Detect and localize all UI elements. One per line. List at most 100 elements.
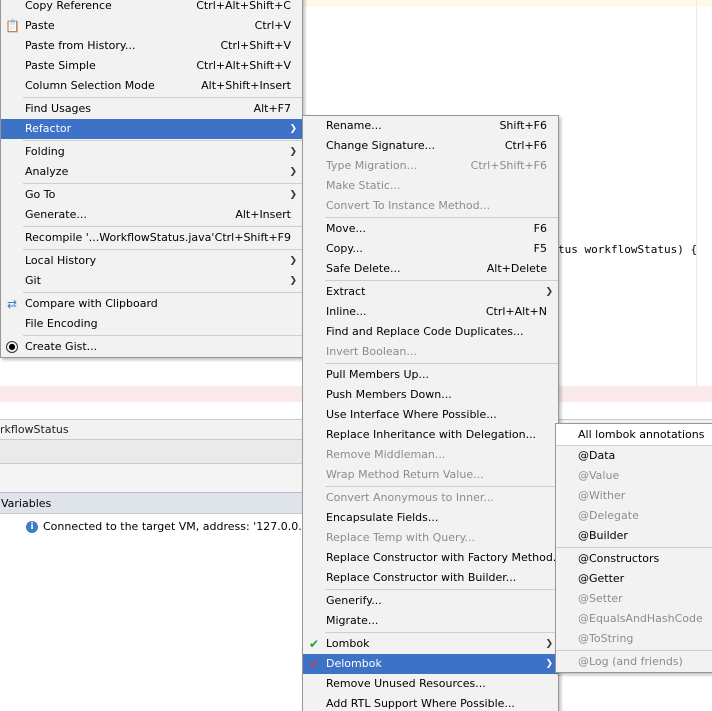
menu-item-shortcut: Ctrl+Shift+V <box>220 39 291 52</box>
menu-item-label: Pull Members Up... <box>326 368 430 381</box>
menu-item-add-rtl-support[interactable]: Add RTL Support Where Possible... <box>303 694 558 711</box>
menu-item-label: Copy... <box>326 242 363 255</box>
submenu-arrow-icon: ❯ <box>545 639 553 649</box>
submenu-arrow-icon: ❯ <box>289 167 297 177</box>
menu-item-label: Copy Reference <box>25 0 112 12</box>
submenu-arrow-icon: ❯ <box>545 287 553 297</box>
menu-item-column-selection-mode[interactable]: Column Selection Mode Alt+Shift+Insert <box>1 76 302 96</box>
menu-item-type-migration[interactable]: Type Migration... Ctrl+Shift+F6 <box>303 156 558 176</box>
menu-item-use-interface[interactable]: Use Interface Where Possible... <box>303 405 558 425</box>
menu-item-label: Add RTL Support Where Possible... <box>326 697 515 710</box>
menu-item-data[interactable]: @Data <box>556 446 712 466</box>
menu-item-label: @Getter <box>578 572 625 585</box>
editor-context-menu: Copy Reference Ctrl+Alt+Shift+C 📋 Paste … <box>0 0 303 358</box>
menu-item-wither[interactable]: @Wither <box>556 486 712 506</box>
menu-item-migrate[interactable]: Migrate... <box>303 611 558 631</box>
menu-item-label: Wrap Method Return Value... <box>326 468 484 481</box>
menu-item-invert-boolean[interactable]: Invert Boolean... <box>303 342 558 362</box>
menu-item-label: Convert Anonymous to Inner... <box>326 491 494 504</box>
menu-item-paste-simple[interactable]: Paste Simple Ctrl+Alt+Shift+V <box>1 56 302 76</box>
menu-item-local-history[interactable]: Local History ❯ <box>1 251 302 271</box>
menu-item-lombok[interactable]: ✔ Lombok ❯ <box>303 634 558 654</box>
menu-item-copy[interactable]: Copy... F5 <box>303 239 558 259</box>
menu-item-convert-anonymous[interactable]: Convert Anonymous to Inner... <box>303 488 558 508</box>
menu-item-move[interactable]: Move... F6 <box>303 219 558 239</box>
menu-item-change-signature[interactable]: Change Signature... Ctrl+F6 <box>303 136 558 156</box>
menu-item-label: Generate... <box>25 208 87 221</box>
menu-item-label: Extract <box>326 285 366 298</box>
submenu-arrow-icon: ❯ <box>289 147 297 157</box>
debug-tab-title: rkflowStatus <box>0 423 69 436</box>
menu-item-generate[interactable]: Generate... Alt+Insert <box>1 205 302 225</box>
menu-item-delegate[interactable]: @Delegate <box>556 506 712 526</box>
menu-item-all-lombok-annotations[interactable]: All lombok annotations <box>556 424 712 446</box>
menu-item-constructors[interactable]: @Constructors <box>556 549 712 569</box>
menu-item-push-members-down[interactable]: Push Members Down... <box>303 385 558 405</box>
menu-item-tostring[interactable]: @ToString <box>556 629 712 649</box>
menu-item-label: @Log (and friends) <box>578 655 683 668</box>
menu-item-equals-and-hashcode[interactable]: @EqualsAndHashCode <box>556 609 712 629</box>
menu-item-analyze[interactable]: Analyze ❯ <box>1 162 302 182</box>
menu-item-replace-constructor-factory[interactable]: Replace Constructor with Factory Method.… <box>303 548 563 568</box>
menu-item-compare-with-clipboard[interactable]: ⇄ Compare with Clipboard <box>1 294 302 314</box>
menu-item-recompile[interactable]: Recompile '...WorkflowStatus.java' Ctrl+… <box>1 228 302 248</box>
menu-item-replace-inheritance[interactable]: Replace Inheritance with Delegation... <box>303 425 558 445</box>
menu-item-label: Refactor <box>25 122 72 135</box>
menu-item-label: @Value <box>578 469 620 482</box>
menu-item-replace-constructor-builder[interactable]: Replace Constructor with Builder... <box>303 568 558 588</box>
menu-item-label: @EqualsAndHashCode <box>578 612 703 625</box>
menu-item-go-to[interactable]: Go To ❯ <box>1 185 302 205</box>
menu-item-shortcut: Ctrl+F6 <box>504 139 547 152</box>
menu-item-refactor[interactable]: Refactor ❯ <box>1 119 302 139</box>
menu-item-shortcut: F6 <box>533 222 547 235</box>
menu-item-shortcut: Ctrl+Alt+Shift+V <box>196 59 291 72</box>
menu-separator <box>23 140 302 141</box>
menu-item-label: Create Gist... <box>25 340 98 353</box>
menu-item-label: Type Migration... <box>326 159 418 172</box>
menu-item-pull-members-up[interactable]: Pull Members Up... <box>303 365 558 385</box>
menu-item-delombok[interactable]: ✔ Delombok ❯ <box>303 654 558 674</box>
menu-item-extract[interactable]: Extract ❯ <box>303 282 558 302</box>
menu-item-encapsulate-fields[interactable]: Encapsulate Fields... <box>303 508 558 528</box>
menu-item-label: @Constructors <box>578 552 660 565</box>
menu-item-shortcut: Ctrl+Alt+Shift+C <box>196 0 291 12</box>
menu-item-rename[interactable]: Rename... Shift+F6 <box>303 116 558 136</box>
menu-item-label: Invert Boolean... <box>326 345 417 358</box>
menu-item-inline[interactable]: Inline... Ctrl+Alt+N <box>303 302 558 322</box>
menu-item-setter[interactable]: @Setter <box>556 589 712 609</box>
menu-item-label: Analyze <box>25 165 69 178</box>
submenu-arrow-icon: ❯ <box>545 659 553 669</box>
menu-item-find-usages[interactable]: Find Usages Alt+F7 <box>1 99 302 119</box>
lombok-icon: ✔ <box>308 637 320 651</box>
menu-item-getter[interactable]: @Getter <box>556 569 712 589</box>
menu-item-paste-from-history[interactable]: Paste from History... Ctrl+Shift+V <box>1 36 302 56</box>
refactor-submenu: Rename... Shift+F6 Change Signature... C… <box>302 115 563 711</box>
menu-item-git[interactable]: Git ❯ <box>1 271 302 291</box>
menu-item-folding[interactable]: Folding ❯ <box>1 142 302 162</box>
menu-item-find-replace-duplicates[interactable]: Find and Replace Code Duplicates... <box>303 322 558 342</box>
menu-item-label: Git <box>25 274 41 287</box>
menu-item-replace-temp[interactable]: Replace Temp with Query... <box>303 528 558 548</box>
menu-item-log-and-friends[interactable]: @Log (and friends) <box>556 652 712 672</box>
menu-separator <box>556 547 712 548</box>
menu-item-file-encoding[interactable]: File Encoding <box>1 314 302 334</box>
menu-item-create-gist[interactable]: ● Create Gist... <box>1 337 302 357</box>
menu-item-safe-delete[interactable]: Safe Delete... Alt+Delete <box>303 259 558 279</box>
menu-separator <box>325 589 558 590</box>
submenu-arrow-icon: ❯ <box>289 124 297 134</box>
menu-item-generify[interactable]: Generify... <box>303 591 558 611</box>
menu-item-builder[interactable]: @Builder <box>556 526 712 546</box>
github-gist-icon: ● <box>6 341 18 353</box>
menu-item-label: Encapsulate Fields... <box>326 511 439 524</box>
menu-item-label: @ToString <box>578 632 634 645</box>
submenu-arrow-icon: ❯ <box>289 190 297 200</box>
menu-item-value[interactable]: @Value <box>556 466 712 486</box>
menu-item-remove-middleman[interactable]: Remove Middleman... <box>303 445 558 465</box>
menu-item-copy-reference[interactable]: Copy Reference Ctrl+Alt+Shift+C <box>1 0 302 16</box>
menu-item-remove-unused-resources[interactable]: Remove Unused Resources... <box>303 674 558 694</box>
menu-item-paste[interactable]: 📋 Paste Ctrl+V <box>1 16 302 36</box>
menu-item-wrap-method-return[interactable]: Wrap Method Return Value... <box>303 465 558 485</box>
menu-item-convert-to-instance-method[interactable]: Convert To Instance Method... <box>303 196 558 216</box>
compare-clipboard-icon: ⇄ <box>6 297 18 311</box>
menu-item-make-static[interactable]: Make Static... <box>303 176 558 196</box>
